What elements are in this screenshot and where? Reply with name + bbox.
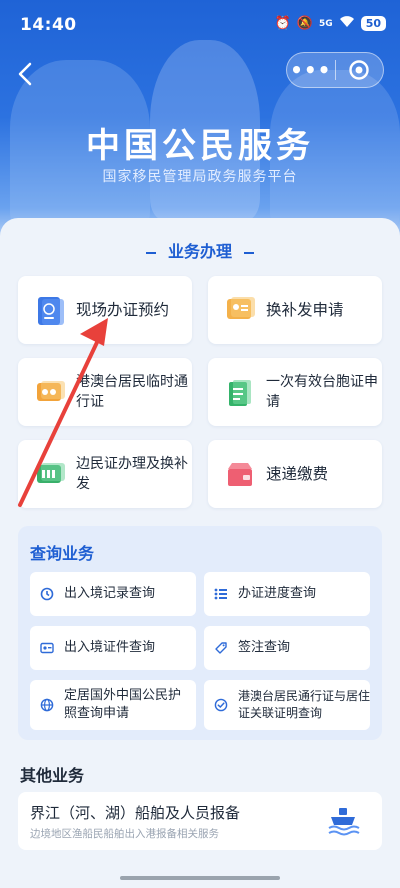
- alarm-icon: ⏰: [274, 16, 291, 31]
- tile-label: 现场办证预约: [76, 300, 170, 319]
- progress-list-icon: [214, 588, 227, 600]
- history-icon: [40, 587, 54, 601]
- package-icon: [226, 460, 254, 488]
- ship-icon: [326, 804, 360, 838]
- page-subtitle: 国家移民管理局政务服务平台: [102, 169, 298, 185]
- tag-icon: [215, 642, 227, 654]
- query-section-title: 查询业务: [30, 544, 95, 563]
- title-dash: [244, 251, 254, 254]
- globe-icon: [40, 698, 54, 712]
- tile-onsite-appointment[interactable]: 现场办证预约: [18, 276, 192, 344]
- tile-border-resident-permit[interactable]: 边民证办理及换补发: [18, 440, 192, 508]
- query-item-label: 出入境记录查询: [64, 586, 156, 601]
- query-item-label: 签注查询: [238, 640, 291, 655]
- query-item-documents[interactable]: 出入境证件查询: [30, 626, 196, 670]
- mini-program-capsule: •••: [286, 52, 384, 88]
- query-item-endorsement[interactable]: 签注查询: [204, 626, 370, 670]
- page-title: 中国公民服务: [86, 126, 314, 166]
- tile-taiwan-compatriot-permit[interactable]: 一次有效台胞证申请: [208, 358, 382, 426]
- query-item-permit-residence-link[interactable]: 港澳台居民通行证与居住证关联证明查询: [204, 680, 370, 730]
- home-indicator: [120, 876, 280, 880]
- target-icon: [349, 60, 369, 80]
- tile-label: 一次有效台胞证申请: [266, 374, 378, 410]
- id-card-icon: [40, 642, 54, 654]
- tile-replacement-application[interactable]: 换补发申请: [208, 276, 382, 344]
- tile-label: 港澳台居民临时通行证: [76, 374, 188, 410]
- pass-card-icon: [36, 378, 65, 406]
- verified-icon: [214, 698, 228, 712]
- back-button[interactable]: [12, 60, 40, 88]
- query-item-overseas-passport[interactable]: 定居国外中国公民护照查询申请: [30, 680, 196, 730]
- document-icon: [226, 378, 254, 406]
- tile-express-payment[interactable]: 速递缴费: [208, 440, 382, 508]
- chevron-left-icon: [18, 62, 32, 86]
- query-item-label: 办证进度查询: [238, 586, 317, 601]
- mute-icon: 🔕: [296, 16, 314, 31]
- query-item-label: 港澳台居民通行证与居住证关联证明查询: [238, 689, 371, 720]
- other-boundary-river-card[interactable]: 界江（河、湖）船舶及人员报备 边境地区渔船民船舶出入港报备相关服务: [18, 792, 382, 850]
- border-pass-icon: [36, 460, 65, 488]
- passport-icon: [36, 296, 64, 325]
- business-section-title: 业务办理: [0, 238, 400, 262]
- title-dash: [145, 251, 156, 254]
- query-item-label: 出入境证件查询: [64, 640, 156, 655]
- network-label: 5G: [319, 18, 333, 29]
- other-card-subtitle: 边境地区渔船民船舶出入港报备相关服务: [30, 828, 219, 840]
- wifi-icon: [339, 15, 355, 32]
- battery-level: 50: [360, 16, 386, 31]
- other-section-title: 其他业务: [20, 766, 85, 785]
- query-item-label: 定居国外中国公民护照查询申请: [64, 688, 182, 721]
- tile-label: 换补发申请: [266, 300, 344, 319]
- other-card-title: 界江（河、湖）船舶及人员报备: [30, 804, 241, 822]
- business-section-label: 业务办理: [167, 242, 232, 261]
- tile-hkmo-tw-temp-pass[interactable]: 港澳台居民临时通行证: [18, 358, 192, 426]
- query-item-progress[interactable]: 办证进度查询: [204, 572, 370, 616]
- status-time: 14:40: [20, 15, 77, 35]
- id-card-icon: [226, 296, 255, 324]
- status-bar: 14:40 ⏰ 🔕 5G 50: [0, 0, 400, 48]
- tile-label: 边民证办理及换补发: [76, 456, 188, 492]
- query-item-entry-exit-records[interactable]: 出入境记录查询: [30, 572, 196, 616]
- query-section: 查询业务 出入境记录查询 办证进度查询 出入境证件查询 签注查询 定居国外中国公…: [18, 526, 382, 740]
- close-mini-program-button[interactable]: [335, 59, 383, 81]
- status-icons: ⏰ 🔕 5G 50: [275, 15, 386, 32]
- more-button[interactable]: •••: [287, 60, 335, 80]
- tile-label: 速递缴费: [266, 464, 329, 483]
